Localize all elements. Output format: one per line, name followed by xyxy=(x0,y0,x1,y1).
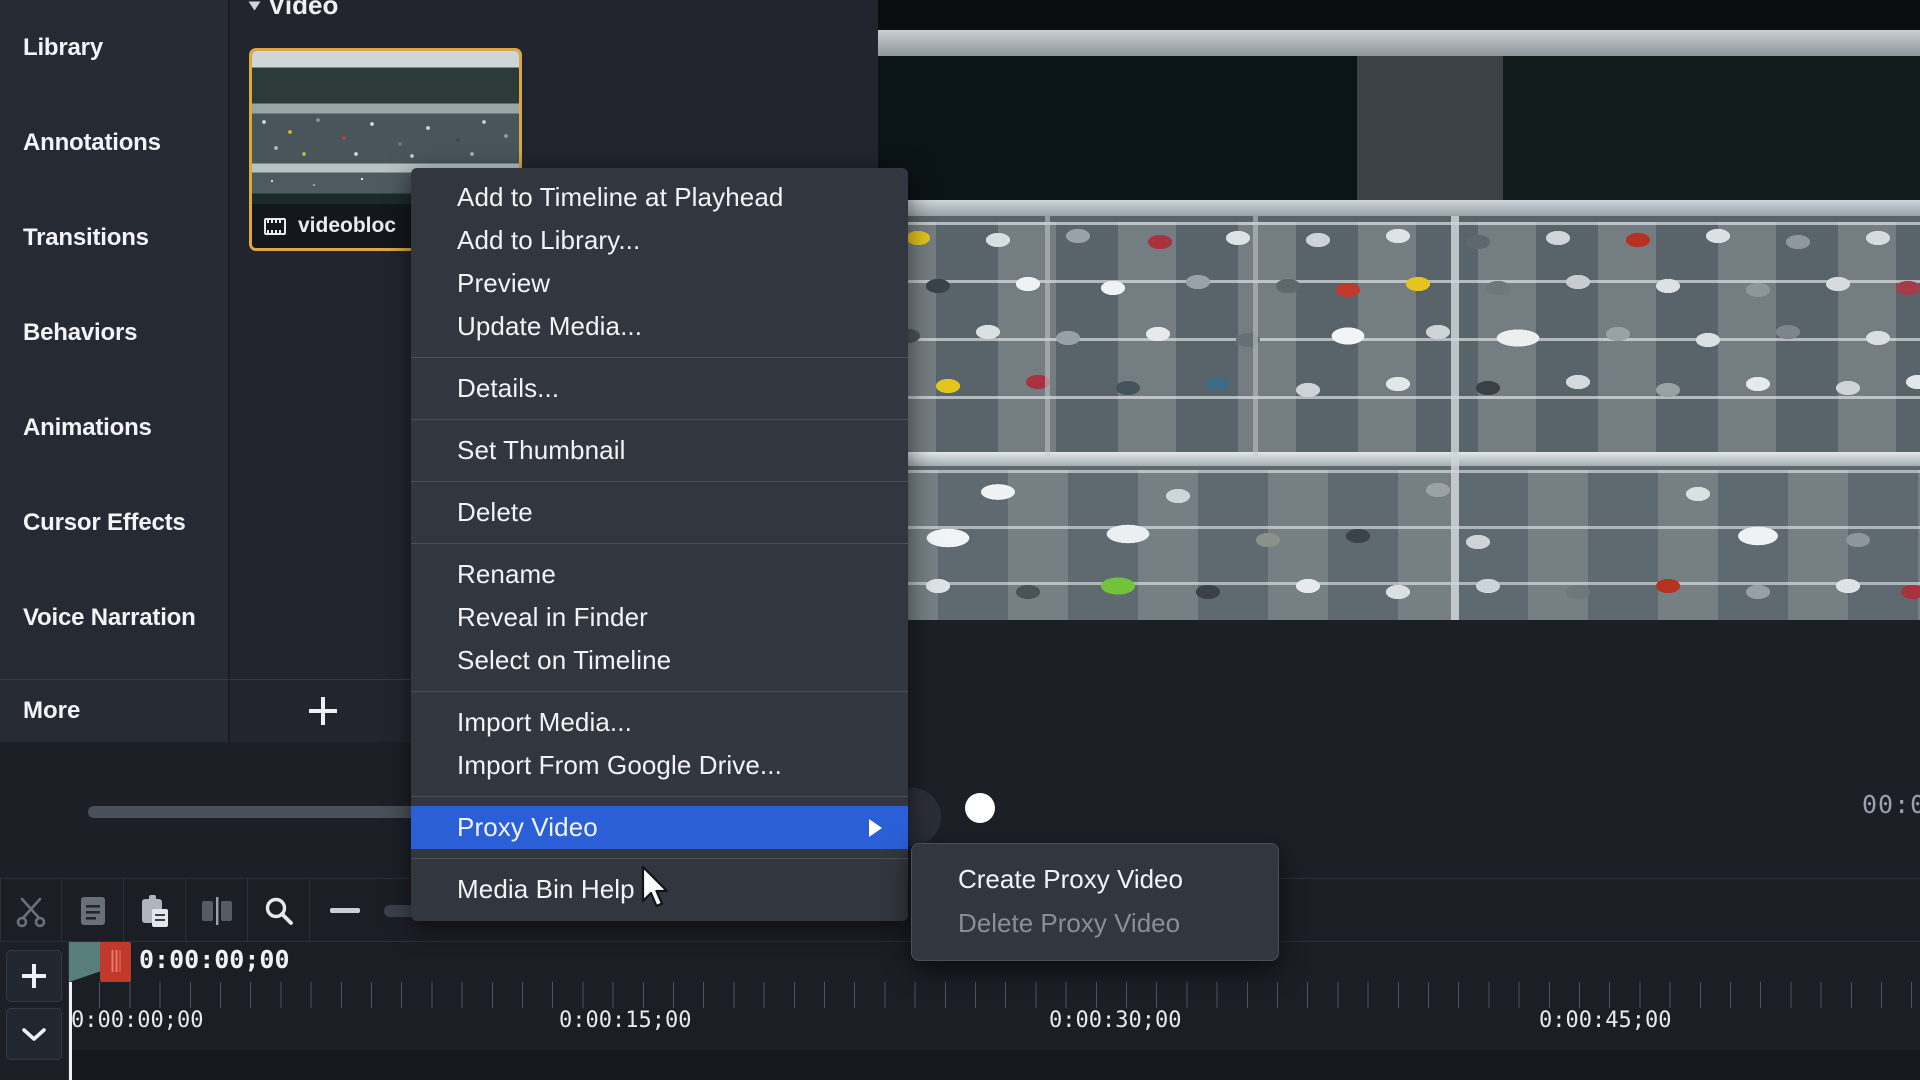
playhead-line xyxy=(69,982,72,1080)
menu-item-set-thumbnail[interactable]: Set Thumbnail xyxy=(411,429,908,472)
menu-item-reveal-in-finder[interactable]: Reveal in Finder xyxy=(411,596,908,639)
menu-item-label: Media Bin Help xyxy=(457,874,635,904)
ruler-label: 0:00:45;00 xyxy=(1539,1008,1672,1033)
menu-item-label: Import Media... xyxy=(457,707,632,737)
timeline-ruler-labels: 0:00:00;00 0:00:15;00 0:00:30;00 0:00:45… xyxy=(69,1008,1920,1050)
menu-separator xyxy=(411,691,908,692)
sidebar-item-voice-narration[interactable]: Voice Narration xyxy=(0,570,228,665)
chevron-down-icon[interactable] xyxy=(248,1,261,10)
menu-separator xyxy=(411,357,908,358)
search-magnifier-icon xyxy=(265,897,293,925)
menu-item-add-to-library[interactable]: Add to Library... xyxy=(411,219,908,262)
menu-item-add-to-timeline-at-playhead[interactable]: Add to Timeline at Playhead xyxy=(411,176,908,219)
menu-item-import-media[interactable]: Import Media... xyxy=(411,701,908,744)
menu-item-details[interactable]: Details... xyxy=(411,367,908,410)
menu-item-rename[interactable]: Rename xyxy=(411,553,908,596)
paste-button[interactable] xyxy=(124,879,186,943)
collapse-tracks-button[interactable] xyxy=(6,1008,62,1060)
sidebar-item-label: Transitions xyxy=(23,223,149,251)
menu-item-label: Update Media... xyxy=(457,311,643,341)
add-track-button[interactable] xyxy=(6,950,62,1002)
filmstrip-icon xyxy=(264,217,286,235)
ruler-ticks xyxy=(69,982,1920,1008)
plus-icon xyxy=(309,697,337,725)
menu-item-proxy-video[interactable]: Proxy Video xyxy=(411,806,908,849)
preview-footer-area xyxy=(878,620,1920,742)
menu-item-label: Add to Library... xyxy=(457,225,641,255)
menu-item-label: Preview xyxy=(457,268,551,298)
menu-separator xyxy=(411,481,908,482)
player-timecode: 00:0 xyxy=(1862,790,1920,819)
left-sidebar: Library Annotations Transitions Behavior… xyxy=(0,0,229,742)
cut-scissors-icon xyxy=(16,897,46,928)
menu-item-label: Set Thumbnail xyxy=(457,435,626,465)
playhead-timecode: 0:00:00;00 xyxy=(139,945,290,974)
ruler-label: 0:00:30;00 xyxy=(1049,1008,1182,1033)
app-window: Library Annotations Transitions Behavior… xyxy=(0,0,1920,1080)
menu-item-delete[interactable]: Delete xyxy=(411,491,908,534)
menu-item-media-bin-help[interactable]: Media Bin Help xyxy=(411,868,908,911)
menu-item-label: Delete xyxy=(457,497,533,527)
media-bin-group-header[interactable]: Video xyxy=(248,0,339,21)
sidebar-item-library[interactable]: Library xyxy=(0,0,228,95)
chevron-right-icon xyxy=(869,818,882,837)
sidebar-item-annotations[interactable]: Annotations xyxy=(0,95,228,190)
media-bin-group-label: Video xyxy=(268,0,339,20)
video-preview[interactable] xyxy=(878,0,1920,620)
submenu-item-label: Create Proxy Video xyxy=(958,863,1183,894)
menu-item-preview[interactable]: Preview xyxy=(411,262,908,305)
menu-item-import-from-google-drive[interactable]: Import From Google Drive... xyxy=(411,744,908,787)
menu-item-label: Rename xyxy=(457,559,556,589)
cut-button[interactable] xyxy=(0,879,62,943)
add-media-button[interactable] xyxy=(230,679,416,742)
zoom-search-button[interactable] xyxy=(248,879,310,943)
sidebar-item-label: Voice Narration xyxy=(23,603,196,631)
split-icon xyxy=(201,897,232,925)
media-item-name: videobloc xyxy=(298,214,397,237)
ruler-label: 0:00:15;00 xyxy=(559,1008,692,1033)
plus-icon xyxy=(22,964,46,988)
sidebar-item-label: Library xyxy=(23,33,103,61)
submenu-item-delete-proxy-video: Delete Proxy Video xyxy=(912,901,1278,945)
sidebar-item-label: Cursor Effects xyxy=(23,508,186,536)
preview-frame-image xyxy=(878,0,1920,620)
zoom-out-button[interactable] xyxy=(330,908,360,913)
menu-separator xyxy=(411,796,908,797)
sidebar-more-label: More xyxy=(23,697,81,724)
chevron-down-icon xyxy=(22,1028,46,1041)
submenu-item-label: Delete Proxy Video xyxy=(958,907,1181,938)
split-button[interactable] xyxy=(186,879,248,943)
copy-button[interactable] xyxy=(62,879,124,943)
sidebar-item-more[interactable]: More xyxy=(0,679,229,742)
sidebar-item-animations[interactable]: Animations xyxy=(0,380,228,475)
ruler-label: 0:00:00;00 xyxy=(71,1008,204,1033)
menu-item-label: Proxy Video xyxy=(457,812,598,842)
timeline-tracks-area[interactable] xyxy=(69,1050,1920,1080)
sidebar-item-label: Annotations xyxy=(23,128,161,156)
timeline-track-controls xyxy=(0,942,69,1080)
media-bin-context-menu: Add to Timeline at Playhead Add to Libra… xyxy=(411,168,908,921)
scrubber-handle[interactable] xyxy=(965,793,995,823)
menu-item-label: Reveal in Finder xyxy=(457,602,648,632)
proxy-video-submenu: Create Proxy Video Delete Proxy Video xyxy=(911,843,1279,961)
menu-separator xyxy=(411,858,908,859)
playhead-marker[interactable] xyxy=(100,942,131,982)
menu-item-update-media[interactable]: Update Media... xyxy=(411,305,908,348)
menu-separator xyxy=(411,419,908,420)
menu-separator xyxy=(411,543,908,544)
submenu-item-create-proxy-video[interactable]: Create Proxy Video xyxy=(912,857,1278,901)
menu-item-label: Import From Google Drive... xyxy=(457,750,782,780)
sidebar-item-behaviors[interactable]: Behaviors xyxy=(0,285,228,380)
paste-clipboard-icon xyxy=(141,895,168,927)
menu-item-label: Select on Timeline xyxy=(457,645,672,675)
menu-item-select-on-timeline[interactable]: Select on Timeline xyxy=(411,639,908,682)
sidebar-item-transitions[interactable]: Transitions xyxy=(0,190,228,285)
sidebar-nav-list: Library Annotations Transitions Behavior… xyxy=(0,0,228,665)
menu-item-label: Add to Timeline at Playhead xyxy=(457,182,784,212)
menu-item-label: Details... xyxy=(457,373,560,403)
sidebar-item-cursor-effects[interactable]: Cursor Effects xyxy=(0,475,228,570)
sidebar-item-label: Behaviors xyxy=(23,318,138,346)
sidebar-item-label: Animations xyxy=(23,413,152,441)
copy-icon xyxy=(80,897,105,925)
